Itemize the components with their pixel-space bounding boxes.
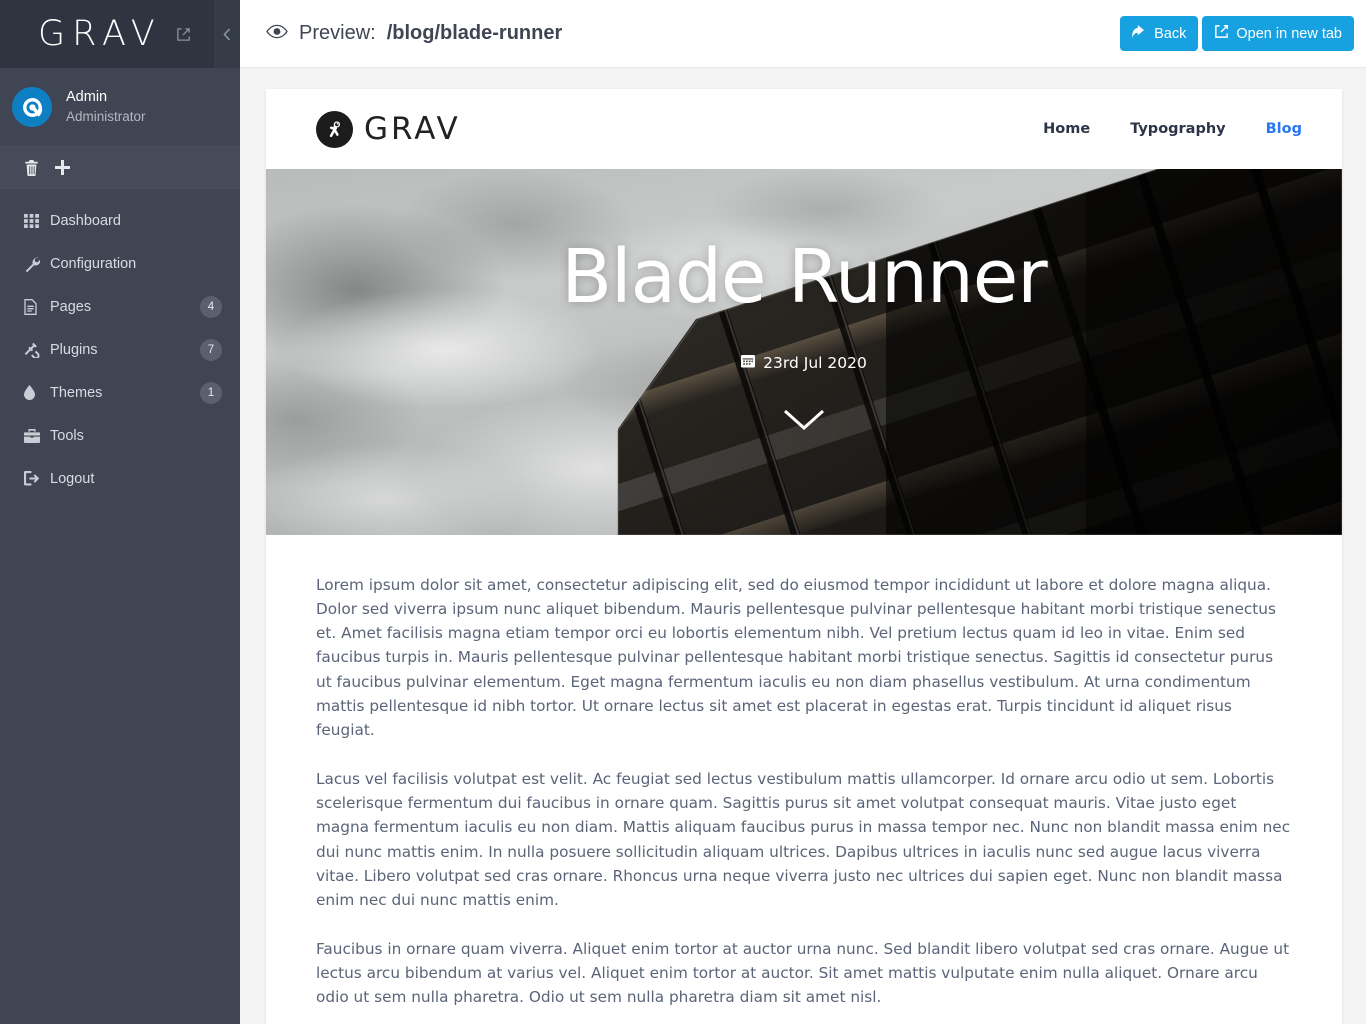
- status-badge: 4: [200, 295, 222, 318]
- open-in-new-tab-button[interactable]: Open in new tab: [1202, 16, 1354, 51]
- toolbox-icon: [24, 428, 50, 443]
- grid-icon: [24, 213, 50, 228]
- sidebar-brand-text: GRAV: [38, 13, 162, 54]
- site-nav-blog[interactable]: Blog: [1266, 121, 1302, 137]
- site-logo[interactable]: GRAV: [316, 110, 461, 148]
- site-nav-typography[interactable]: Typography: [1130, 121, 1225, 137]
- calendar-icon: [741, 354, 756, 372]
- external-link-icon: [1214, 24, 1229, 43]
- sidebar-item-label: Tools: [50, 427, 84, 444]
- page-title: Preview: /blog/blade-runner: [266, 22, 562, 45]
- sidebar-item-plugins[interactable]: Plugins 7: [0, 328, 240, 371]
- hero-banner: Blade Runner 23rd Jul 2020: [266, 169, 1342, 535]
- sidebar-logo-bar: GRAV: [0, 0, 240, 68]
- sidebar-item-label: Themes: [50, 384, 103, 401]
- logout-icon: [24, 471, 50, 486]
- site-nav-home[interactable]: Home: [1043, 121, 1090, 137]
- plug-icon: [24, 342, 50, 358]
- article-paragraph: Lorem ipsum dolor sit amet, consectetur …: [316, 576, 1276, 739]
- chevron-left-icon: [223, 27, 231, 41]
- status-badge: 7: [200, 338, 222, 361]
- article-paragraph: Lacus vel facilisis volutpat est velit. …: [316, 770, 1291, 909]
- sidebar-user-name: Admin: [66, 89, 108, 106]
- back-button[interactable]: Back: [1120, 16, 1199, 51]
- plus-icon[interactable]: [55, 160, 70, 175]
- scroll-down-button[interactable]: [782, 408, 826, 437]
- sidebar-collapse-button[interactable]: [214, 0, 240, 68]
- sidebar-brand[interactable]: GRAV: [0, 13, 191, 54]
- article-paragraph: Faucibus in ornare quam viverra. Aliquet…: [316, 940, 1290, 1007]
- status-badge: 1: [200, 381, 222, 404]
- back-button-label: Back: [1154, 25, 1187, 42]
- sidebar-user[interactable]: Admin Administrator: [0, 68, 240, 147]
- avatar: [12, 87, 52, 127]
- sidebar-item-dashboard[interactable]: Dashboard: [0, 199, 240, 242]
- hero-title: Blade Runner: [561, 233, 1047, 320]
- file-icon: [24, 298, 50, 315]
- eye-icon: [266, 22, 288, 45]
- topbar: Preview: /blog/blade-runner Back Open in…: [240, 0, 1366, 68]
- hero-date: 23rd Jul 2020: [741, 354, 867, 372]
- trash-icon[interactable]: [24, 159, 39, 176]
- sidebar-nav: Dashboard Configuration Pages 4 Plugins …: [0, 189, 240, 500]
- droplet-icon: [24, 385, 50, 400]
- preview-label: Preview:: [299, 22, 376, 44]
- external-link-icon[interactable]: [176, 27, 191, 42]
- site-logo-text: GRAV: [364, 111, 461, 147]
- sidebar-item-label: Dashboard: [50, 212, 121, 229]
- preview-path: /blog/blade-runner: [386, 22, 563, 44]
- grav-avatar-icon: [22, 97, 42, 117]
- app-root: GRAV Admin Administrator Dashboard Confi…: [0, 0, 1366, 1024]
- grav-astronaut-icon: [316, 110, 353, 148]
- hero-date-text: 23rd Jul 2020: [763, 353, 867, 372]
- sidebar: GRAV Admin Administrator Dashboard Confi…: [0, 0, 240, 1024]
- article-body: Lorem ipsum dolor sit amet, consectetur …: [266, 535, 1342, 1010]
- open-button-label: Open in new tab: [1236, 25, 1342, 42]
- sidebar-item-configuration[interactable]: Configuration: [0, 242, 240, 285]
- previewed-site: GRAV Home Typography Blog Blade Runner 2…: [266, 89, 1342, 1024]
- chevron-down-icon: [783, 409, 825, 430]
- hero-overlay: Blade Runner 23rd Jul 2020: [266, 169, 1342, 535]
- sidebar-user-text: Admin Administrator: [66, 88, 146, 126]
- site-nav: Home Typography Blog: [1043, 121, 1302, 137]
- sidebar-item-label: Pages: [50, 298, 92, 315]
- sidebar-item-themes[interactable]: Themes 1: [0, 371, 240, 414]
- main-area: Preview: /blog/blade-runner Back Open in…: [240, 0, 1366, 1024]
- sidebar-item-label: Logout: [50, 470, 95, 487]
- wrench-icon: [24, 256, 50, 272]
- sidebar-item-pages[interactable]: Pages 4: [0, 285, 240, 328]
- sidebar-item-tools[interactable]: Tools: [0, 414, 240, 457]
- sidebar-item-label: Configuration: [50, 255, 137, 272]
- topbar-actions: Back Open in new tab: [1120, 16, 1354, 51]
- sidebar-user-role: Administrator: [66, 108, 146, 124]
- sidebar-item-label: Plugins: [50, 341, 98, 358]
- arrow-back-icon: [1132, 25, 1147, 42]
- site-header: GRAV Home Typography Blog: [266, 89, 1342, 169]
- sidebar-item-logout[interactable]: Logout: [0, 457, 240, 500]
- preview-frame[interactable]: GRAV Home Typography Blog Blade Runner 2…: [240, 68, 1366, 1024]
- sidebar-quick-actions: [0, 147, 240, 189]
